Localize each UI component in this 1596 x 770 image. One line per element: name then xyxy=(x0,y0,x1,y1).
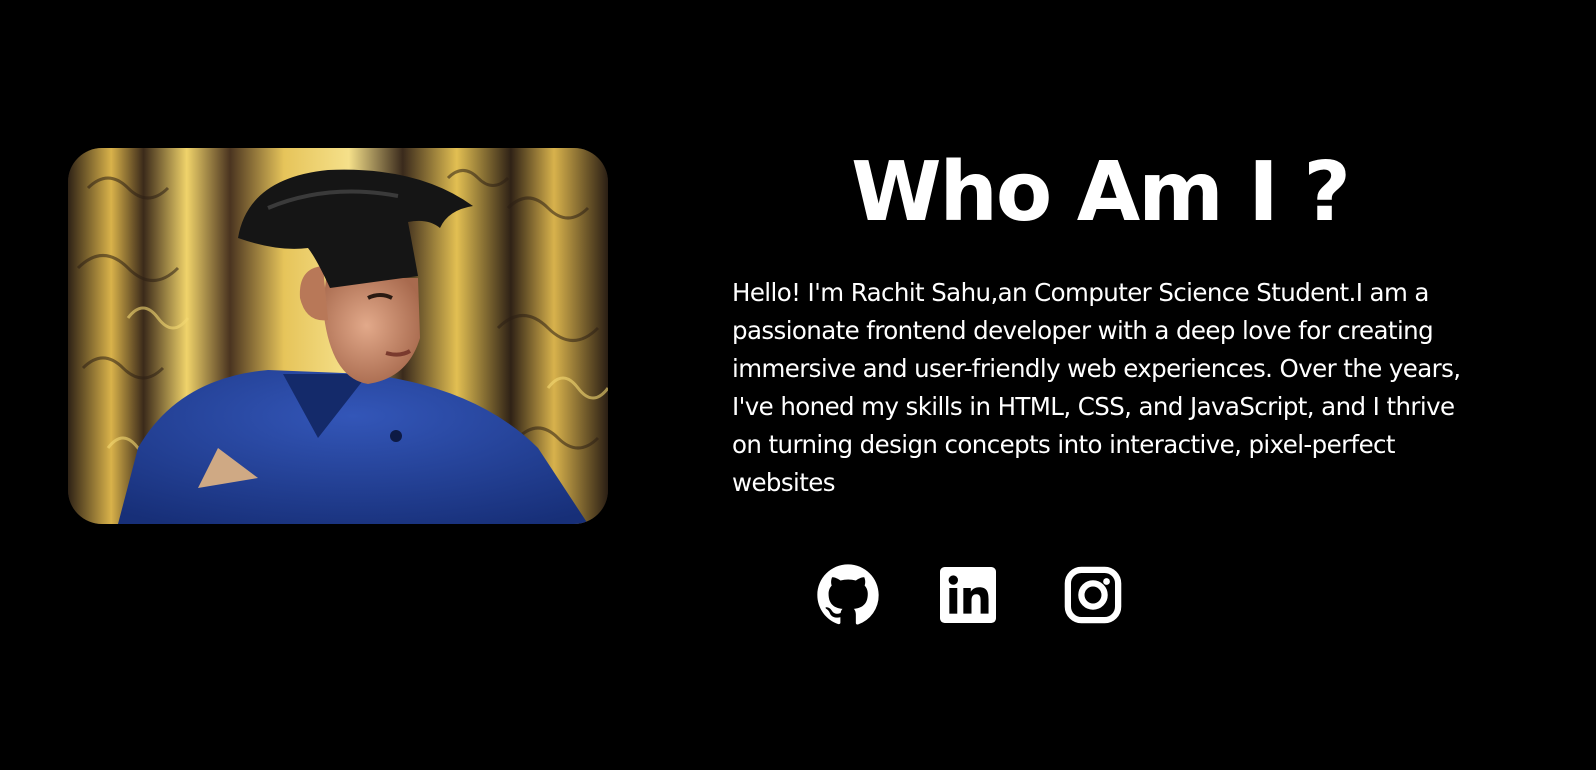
page-title: Who Am I ? xyxy=(851,145,1351,240)
about-section: Who Am I ? Hello! I'm Rachit Sahu,an Com… xyxy=(0,0,1596,770)
github-icon xyxy=(817,564,879,625)
instagram-link[interactable] xyxy=(1064,566,1122,624)
github-link[interactable] xyxy=(816,563,880,627)
linkedin-link[interactable] xyxy=(940,567,996,623)
linkedin-icon xyxy=(940,567,996,623)
social-links xyxy=(816,560,1122,630)
instagram-icon xyxy=(1064,566,1122,624)
profile-photo xyxy=(68,148,608,524)
bio-paragraph: Hello! I'm Rachit Sahu,an Computer Scien… xyxy=(732,278,1461,497)
profile-photo-graphic xyxy=(68,148,608,524)
